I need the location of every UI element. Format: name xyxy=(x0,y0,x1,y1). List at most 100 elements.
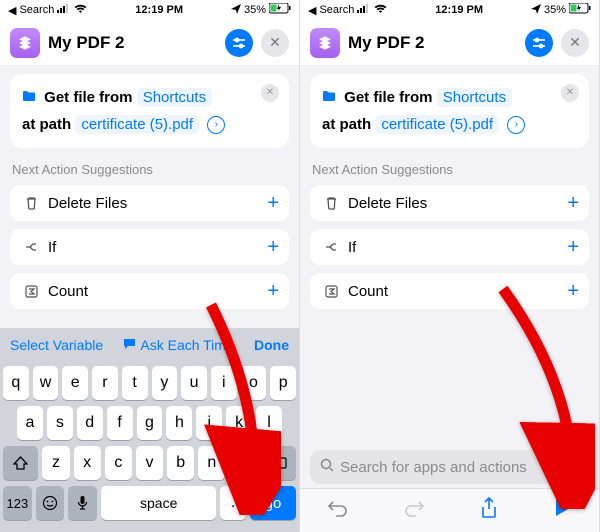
done-button[interactable]: Done xyxy=(254,337,289,353)
content-area: ✕ Get file from Shortcuts at path certif… xyxy=(0,66,299,328)
add-icon[interactable]: + xyxy=(567,280,579,303)
expand-action-icon[interactable]: › xyxy=(207,116,225,134)
key-h[interactable]: h xyxy=(166,406,192,440)
search-input[interactable]: Search for apps and actions xyxy=(310,450,589,484)
key-l[interactable]: l xyxy=(256,406,282,440)
shortcut-app-icon xyxy=(310,28,340,58)
suggestion-if[interactable]: If + xyxy=(310,229,589,265)
key-u[interactable]: u xyxy=(181,366,207,400)
key-d[interactable]: d xyxy=(77,406,103,440)
back-label[interactable]: Search xyxy=(319,4,354,16)
key-c[interactable]: c xyxy=(105,446,132,480)
keyboard-accessory-bar: Select Variable Ask Each Time Done xyxy=(0,328,299,362)
key-y[interactable]: y xyxy=(152,366,178,400)
back-arrow-icon[interactable]: ◀ xyxy=(8,4,16,17)
status-bar: ◀ Search 12:19 PM 35% xyxy=(300,0,599,20)
suggestion-if[interactable]: If + xyxy=(10,229,289,265)
shortcut-title[interactable]: My PDF 2 xyxy=(48,33,217,53)
close-button[interactable]: ✕ xyxy=(261,29,289,57)
add-icon[interactable]: + xyxy=(267,192,279,215)
suggestion-delete-files[interactable]: Delete Files + xyxy=(310,185,589,221)
key-q[interactable]: q xyxy=(3,366,29,400)
add-icon[interactable]: + xyxy=(267,236,279,259)
numbers-key[interactable]: 123 xyxy=(3,486,32,520)
period-key[interactable]: . xyxy=(220,486,246,520)
keyboard: qwertyuiop asdfghjkl zxcvbnm 123 space .… xyxy=(0,362,299,532)
redo-button[interactable] xyxy=(403,498,425,523)
ask-each-time-button[interactable]: Ask Each Time xyxy=(123,337,233,353)
run-button[interactable] xyxy=(552,498,572,523)
phone-left: ◀ Search 12:19 PM 35% My PDF 2 xyxy=(0,0,300,532)
at-path-label: at path xyxy=(22,116,71,133)
search-icon xyxy=(320,458,334,476)
suggestion-label: Count xyxy=(348,283,567,300)
header: My PDF 2 ✕ xyxy=(300,20,599,66)
key-m[interactable]: m xyxy=(229,446,256,480)
key-k[interactable]: k xyxy=(226,406,252,440)
select-variable-button[interactable]: Select Variable xyxy=(10,337,103,353)
key-w[interactable]: w xyxy=(33,366,59,400)
emoji-key[interactable] xyxy=(36,486,65,520)
key-s[interactable]: s xyxy=(47,406,73,440)
space-key[interactable]: space xyxy=(101,486,216,520)
shortcut-title[interactable]: My PDF 2 xyxy=(348,33,517,53)
folder-icon xyxy=(322,89,340,106)
key-b[interactable]: b xyxy=(167,446,194,480)
back-arrow-icon[interactable]: ◀ xyxy=(308,4,316,17)
key-e[interactable]: e xyxy=(62,366,88,400)
settings-button[interactable] xyxy=(525,29,553,57)
source-token[interactable]: Shortcuts xyxy=(437,88,512,107)
battery-icon xyxy=(269,3,291,17)
key-x[interactable]: x xyxy=(74,446,101,480)
key-j[interactable]: j xyxy=(196,406,222,440)
key-n[interactable]: n xyxy=(198,446,225,480)
key-a[interactable]: a xyxy=(17,406,43,440)
suggestion-count[interactable]: Count + xyxy=(310,273,589,309)
trash-icon xyxy=(320,196,342,210)
get-file-action[interactable]: ✕ Get file from Shortcuts at path certif… xyxy=(10,74,289,148)
get-file-action[interactable]: ✕ Get file from Shortcuts at path certif… xyxy=(310,74,589,148)
add-icon[interactable]: + xyxy=(567,236,579,259)
key-z[interactable]: z xyxy=(42,446,69,480)
suggestion-label: If xyxy=(48,239,267,256)
battery-percent: 35% xyxy=(244,4,266,16)
go-key[interactable]: go xyxy=(250,486,296,520)
share-button[interactable] xyxy=(480,497,498,524)
action-prefix: Get file from xyxy=(344,89,432,106)
shift-key[interactable] xyxy=(3,446,38,480)
add-icon[interactable]: + xyxy=(267,280,279,303)
key-v[interactable]: v xyxy=(136,446,163,480)
key-o[interactable]: o xyxy=(241,366,267,400)
sigma-icon xyxy=(20,285,42,298)
add-icon[interactable]: + xyxy=(567,192,579,215)
remove-action-icon[interactable]: ✕ xyxy=(261,84,279,102)
battery-percent: 35% xyxy=(544,4,566,16)
key-t[interactable]: t xyxy=(122,366,148,400)
expand-action-icon[interactable]: › xyxy=(507,116,525,134)
path-token[interactable]: certificate (5).pdf xyxy=(75,115,199,134)
close-button[interactable]: ✕ xyxy=(561,29,589,57)
back-label[interactable]: Search xyxy=(19,4,54,16)
signal-icon xyxy=(357,4,371,16)
suggestion-delete-files[interactable]: Delete Files + xyxy=(10,185,289,221)
bottom-toolbar xyxy=(300,488,599,532)
path-token[interactable]: certificate (5).pdf xyxy=(375,115,499,134)
key-i[interactable]: i xyxy=(211,366,237,400)
dictation-key[interactable] xyxy=(68,486,97,520)
settings-button[interactable] xyxy=(225,29,253,57)
backspace-key[interactable] xyxy=(261,446,296,480)
location-icon xyxy=(231,4,241,17)
remove-action-icon[interactable]: ✕ xyxy=(561,84,579,102)
wifi-icon xyxy=(374,4,387,17)
suggestion-count[interactable]: Count + xyxy=(10,273,289,309)
key-f[interactable]: f xyxy=(107,406,133,440)
key-r[interactable]: r xyxy=(92,366,118,400)
key-p[interactable]: p xyxy=(270,366,296,400)
suggestions-heading: Next Action Suggestions xyxy=(12,162,287,177)
undo-button[interactable] xyxy=(327,498,349,523)
key-g[interactable]: g xyxy=(137,406,163,440)
suggestion-label: Delete Files xyxy=(348,195,567,212)
suggestions-heading: Next Action Suggestions xyxy=(312,162,587,177)
wifi-icon xyxy=(74,4,87,17)
source-token[interactable]: Shortcuts xyxy=(137,88,212,107)
